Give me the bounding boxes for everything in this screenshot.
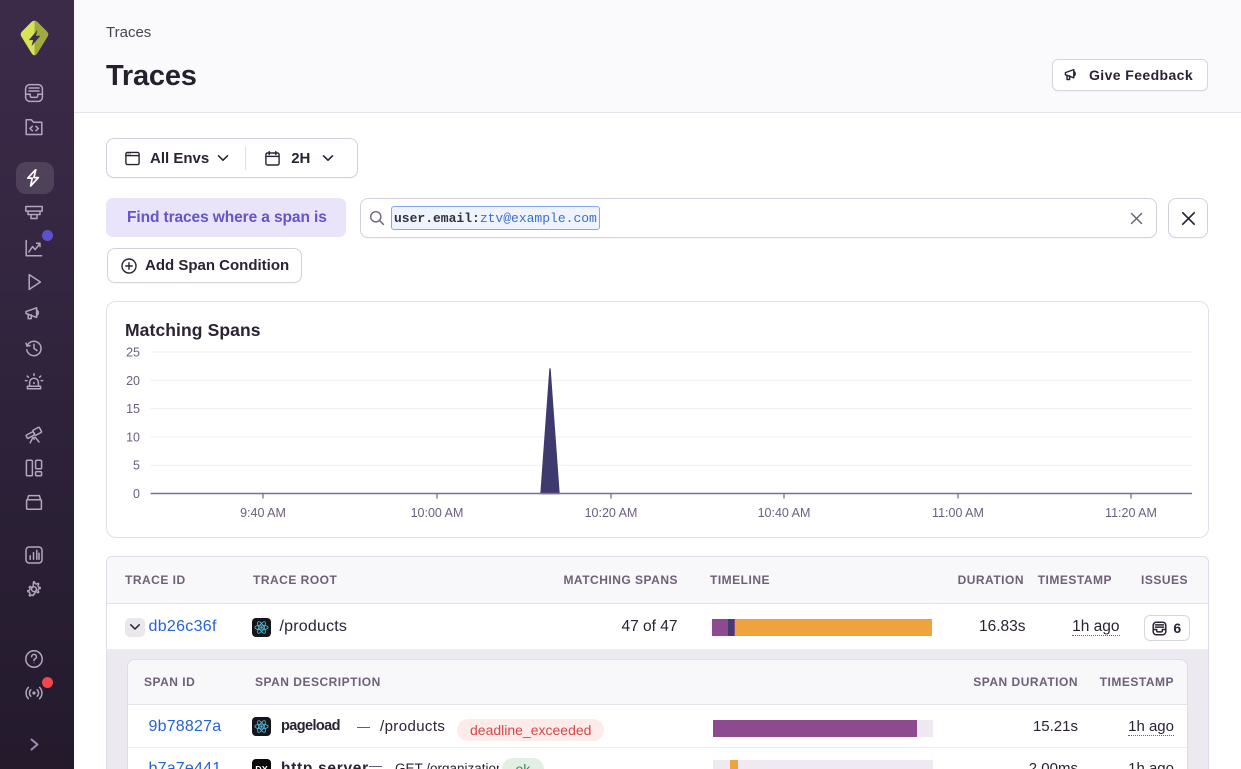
svg-text:15: 15 [126,402,140,416]
svg-text:10:40 AM: 10:40 AM [758,506,811,520]
svg-text:5: 5 [133,459,140,473]
svg-text:10:00 AM: 10:00 AM [411,506,464,520]
svg-text:11:00 AM: 11:00 AM [932,506,984,520]
svg-text:10:20 AM: 10:20 AM [585,506,638,520]
svg-text:9:40 AM: 9:40 AM [240,506,286,520]
svg-text:11:20 AM: 11:20 AM [1105,506,1157,520]
svg-text:DX: DX [255,764,268,769]
svg-text:10: 10 [126,430,140,444]
svg-text:25: 25 [126,346,140,360]
svg-text:0: 0 [133,487,140,501]
svg-text:20: 20 [126,374,140,388]
